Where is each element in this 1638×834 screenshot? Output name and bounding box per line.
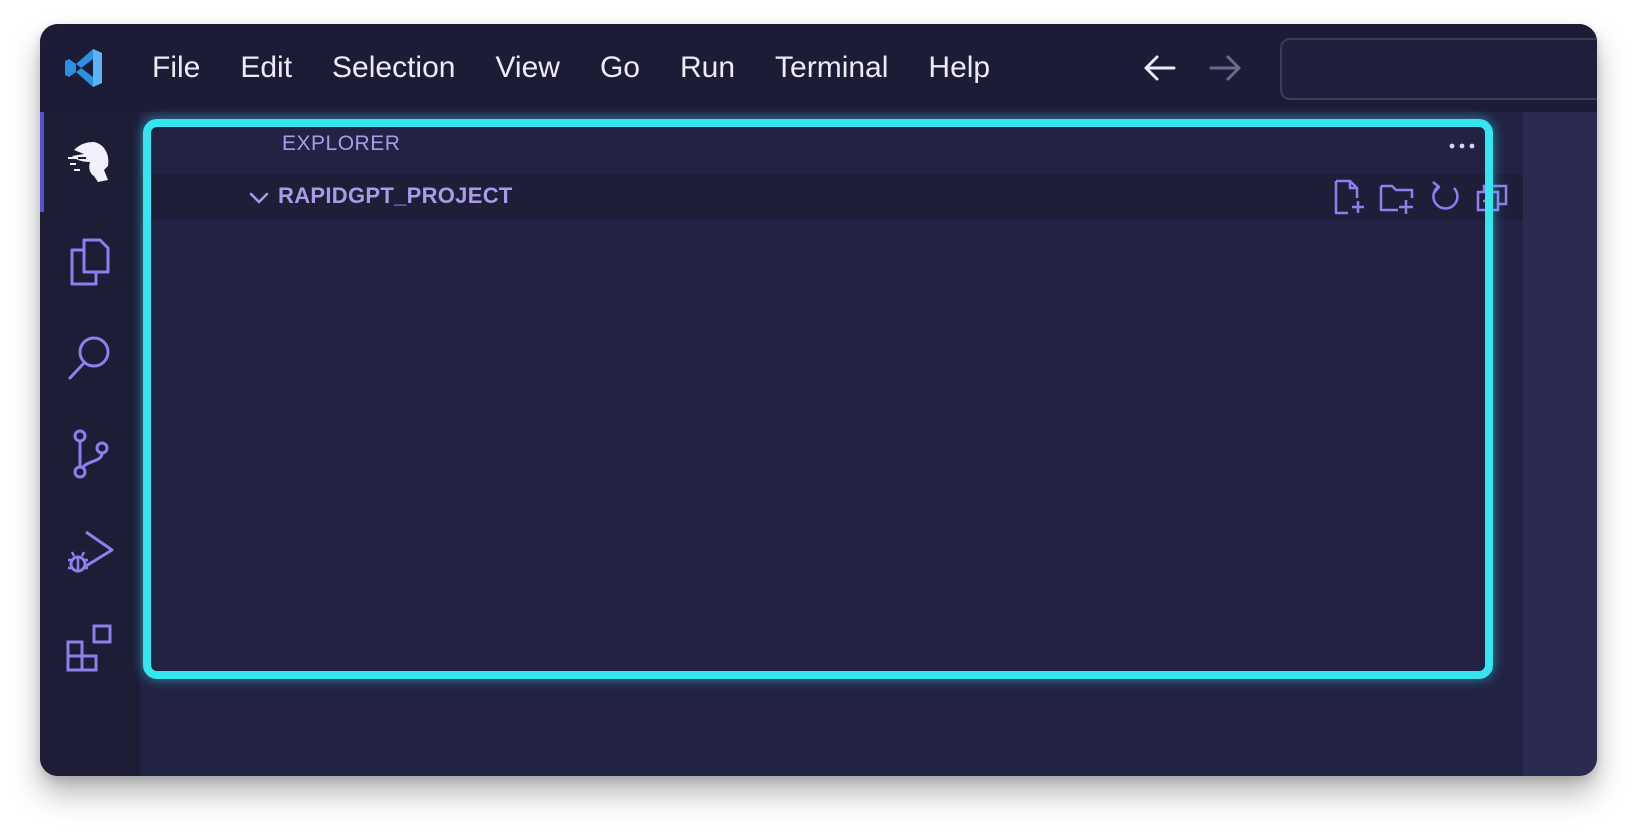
command-center-search[interactable] <box>1280 38 1597 100</box>
explorer-sidebar: EXPLORER RAPIDGPT_PROJECT <box>140 112 1523 776</box>
project-section-header[interactable]: RAPIDGPT_PROJECT <box>140 174 1523 220</box>
activity-extensions[interactable] <box>40 598 140 698</box>
source-control-icon <box>73 429 109 479</box>
more-actions-icon[interactable] <box>1442 132 1482 160</box>
arrow-left-icon[interactable] <box>1140 48 1180 88</box>
files-icon <box>70 238 110 286</box>
collapse-all-icon[interactable] <box>1474 178 1512 216</box>
activity-bar <box>40 112 140 776</box>
menu-go[interactable]: Go <box>580 24 660 112</box>
menu-run[interactable]: Run <box>660 24 755 112</box>
arrow-right-icon[interactable] <box>1205 48 1245 88</box>
new-file-icon[interactable] <box>1330 178 1368 216</box>
chevron-down-icon <box>249 192 269 204</box>
refresh-icon[interactable] <box>1426 178 1464 216</box>
activity-source-control[interactable] <box>40 404 140 504</box>
menu-file[interactable]: File <box>132 24 220 112</box>
menu-selection[interactable]: Selection <box>312 24 475 112</box>
menu-help[interactable]: Help <box>908 24 1010 112</box>
rapidgpt-icon <box>68 142 109 182</box>
explorer-title: EXPLORER <box>282 132 401 155</box>
editor-area <box>1523 112 1597 776</box>
activity-rapidgpt[interactable] <box>40 112 140 212</box>
activity-search[interactable] <box>40 308 140 408</box>
extensions-icon <box>66 624 112 672</box>
menu-terminal[interactable]: Terminal <box>755 24 908 112</box>
project-folder-name: RAPIDGPT_PROJECT <box>278 183 513 208</box>
menu-bar: File Edit Selection View Go Run Terminal… <box>132 24 1010 112</box>
menu-view[interactable]: View <box>475 24 579 112</box>
activity-run-debug[interactable] <box>40 502 140 602</box>
menu-edit[interactable]: Edit <box>220 24 312 112</box>
vscode-window: File Edit Selection View Go Run Terminal… <box>40 24 1597 776</box>
title-bar: File Edit Selection View Go Run Terminal… <box>40 24 1597 112</box>
run-debug-icon <box>68 530 114 573</box>
search-icon <box>68 336 110 380</box>
activity-explorer[interactable] <box>40 212 140 312</box>
new-folder-icon[interactable] <box>1378 178 1416 216</box>
vscode-logo-icon[interactable] <box>62 46 106 90</box>
